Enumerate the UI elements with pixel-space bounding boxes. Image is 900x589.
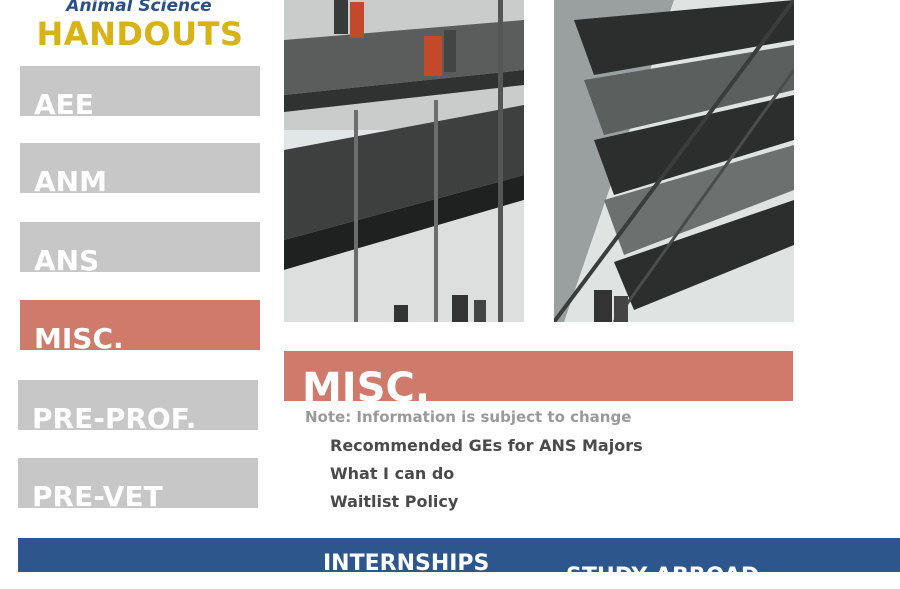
nav-item-pre-vet[interactable]: PRE-VET xyxy=(18,458,258,513)
header-photo-right xyxy=(554,0,794,322)
nav-item-label: AEE xyxy=(34,88,94,121)
nav-item-label: MISC. xyxy=(34,322,124,355)
footer-bar: INTERNSHIPS STUDY ABROAD xyxy=(18,538,900,589)
nav-item-label: ANM xyxy=(34,165,107,198)
nav-item-misc[interactable]: MISC. xyxy=(20,300,260,355)
link-recommended-ges[interactable]: Recommended GEs for ANS Majors xyxy=(330,436,643,464)
section-title: MISC. xyxy=(302,365,431,411)
footer-link-internships[interactable]: INTERNSHIPS xyxy=(323,551,489,576)
footer-link-study-abroad[interactable]: STUDY ABROAD xyxy=(566,564,759,589)
logo-title: HANDOUTS xyxy=(36,15,244,53)
nav-item-label: PRE-VET xyxy=(32,480,163,513)
link-waitlist-policy[interactable]: Waitlist Policy xyxy=(330,492,643,520)
header-photo-left xyxy=(284,0,524,322)
nav-item-ans[interactable]: ANS xyxy=(20,222,260,277)
nav-item-pre-prof[interactable]: PRE-PROF. xyxy=(18,380,258,435)
nav-item-label: ANS xyxy=(34,244,100,277)
handout-links: Recommended GEs for ANS Majors What I ca… xyxy=(330,436,643,520)
nav-item-label: PRE-PROF. xyxy=(32,402,197,435)
nav-item-anm[interactable]: ANM xyxy=(20,143,260,198)
nav-item-aee[interactable]: AEE xyxy=(20,66,260,121)
link-what-i-can-do[interactable]: What I can do xyxy=(330,464,643,492)
logo-subtitle: Animal Science xyxy=(66,0,212,16)
disclaimer-note: Note: Information is subject to change xyxy=(305,408,632,426)
section-banner: MISC. xyxy=(284,351,793,411)
